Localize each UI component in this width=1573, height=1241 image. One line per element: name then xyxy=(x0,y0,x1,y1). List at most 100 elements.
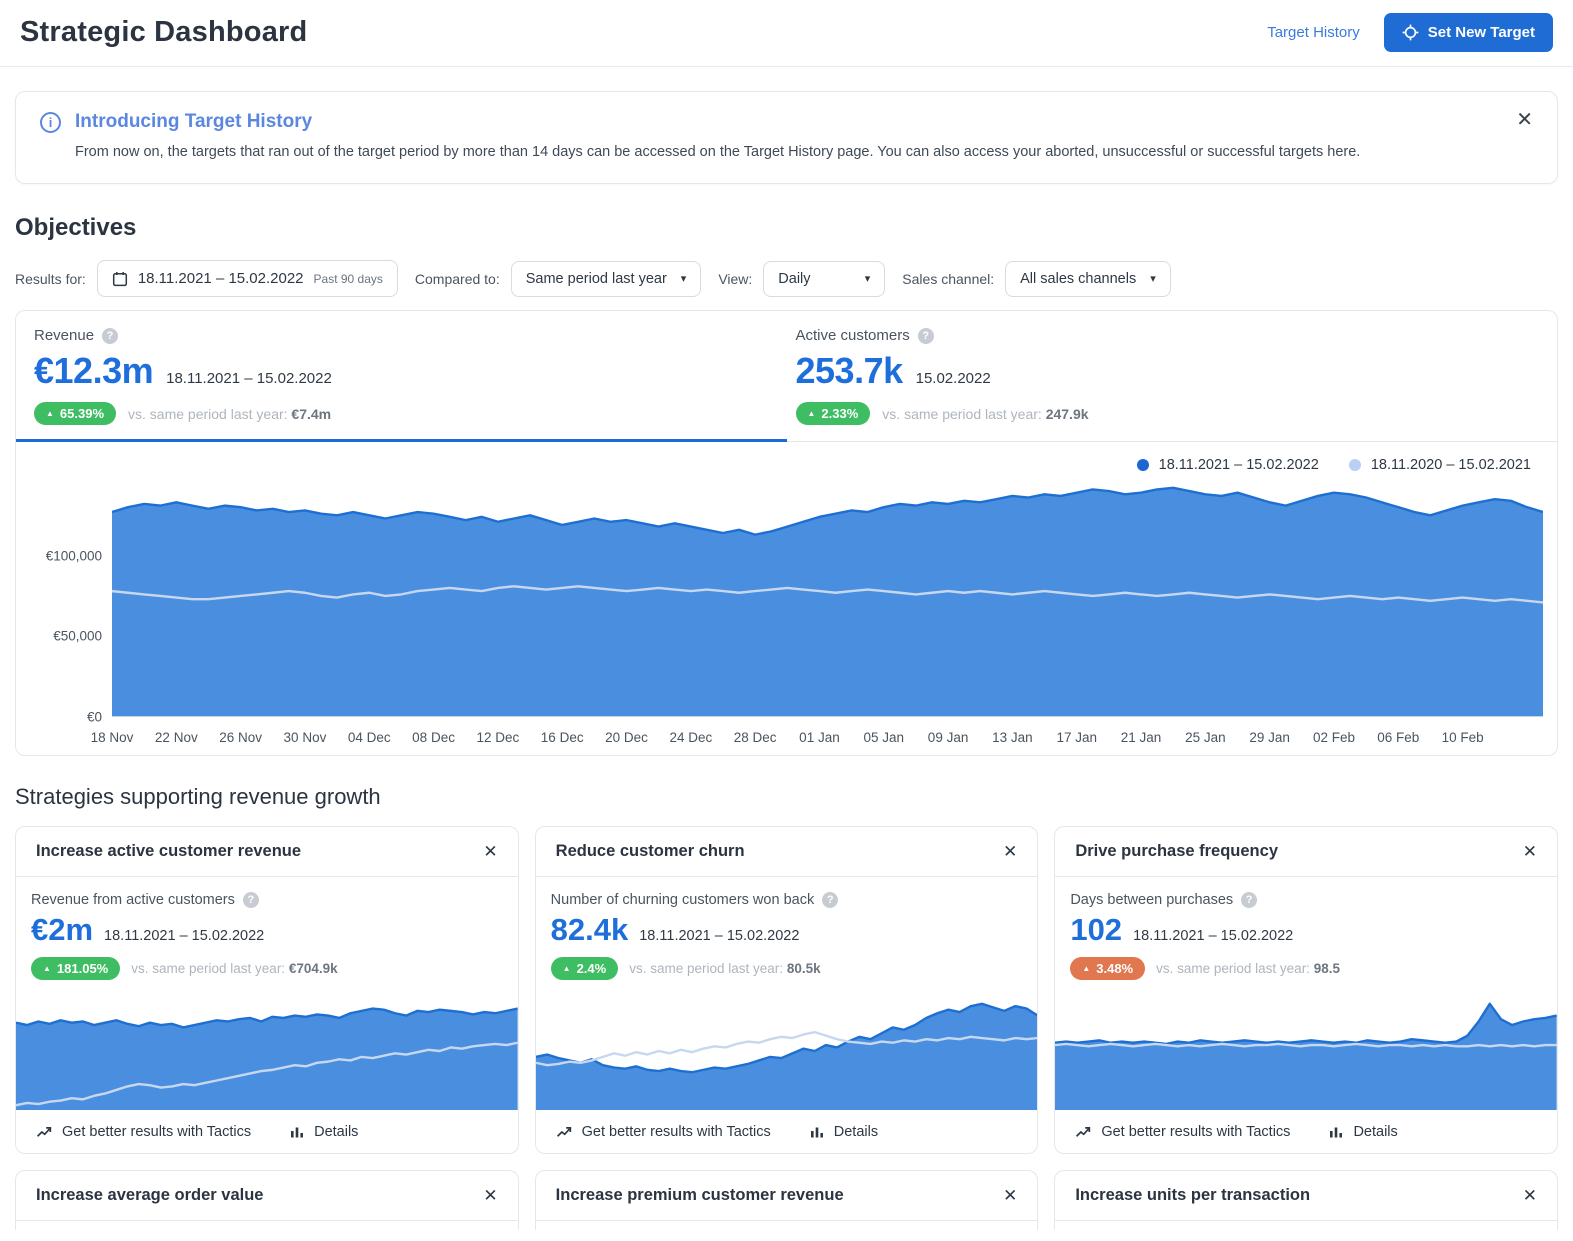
arrow-up-icon: ▲ xyxy=(808,409,816,418)
banner-body: From now on, the targets that ran out of… xyxy=(75,142,1497,163)
card-title: Increase average order value xyxy=(36,1186,263,1205)
objectives-heading: Objectives xyxy=(15,214,1558,242)
banner-title: Introducing Target History xyxy=(75,111,312,133)
mini-area-chart xyxy=(1055,992,1557,1110)
tactics-link[interactable]: Get better results with Tactics xyxy=(1075,1123,1290,1140)
objectives-card: Revenue ? €12.3m 18.11.2021 – 15.02.2022… xyxy=(15,310,1558,756)
kpi-revenue-label: Revenue xyxy=(34,327,94,344)
x-axis-tick: 20 Dec xyxy=(605,730,648,745)
date-range-picker[interactable]: 18.11.2021 – 15.02.2022 Past 90 days xyxy=(97,260,398,297)
change-badge: ▲ 2.4% xyxy=(551,957,619,980)
x-axis-tick: 28 Dec xyxy=(734,730,777,745)
results-for-label: Results for: xyxy=(15,271,86,287)
details-link[interactable]: Details xyxy=(289,1123,358,1140)
metric-period: 18.11.2021 – 15.02.2022 xyxy=(1133,928,1293,944)
bar-chart-icon xyxy=(809,1124,825,1140)
x-axis-tick: 06 Feb xyxy=(1377,730,1419,745)
metric-period: 18.11.2021 – 15.02.2022 xyxy=(104,928,264,944)
kpi-customers-label: Active customers xyxy=(796,327,910,344)
strategy-card-increase-units-per-transaction: Increase units per transaction ✕ xyxy=(1054,1170,1558,1230)
view-label: View: xyxy=(718,271,752,287)
card-title: Increase active customer revenue xyxy=(36,842,301,861)
x-axis-tick: 02 Feb xyxy=(1313,730,1355,745)
kpi-revenue-value: €12.3m xyxy=(34,350,153,392)
x-axis-tick: 30 Nov xyxy=(284,730,327,745)
x-axis-tick: 24 Dec xyxy=(669,730,712,745)
banner-close-icon[interactable]: ✕ xyxy=(1516,110,1533,130)
x-axis-tick: 05 Jan xyxy=(863,730,904,745)
kpi-customers-period: 15.02.2022 xyxy=(916,370,991,387)
y-axis-tick: €0 xyxy=(87,710,102,725)
help-icon[interactable]: ? xyxy=(102,328,118,344)
metric-label: Number of churning customers won back xyxy=(551,892,815,908)
tactics-link[interactable]: Get better results with Tactics xyxy=(36,1123,251,1140)
target-history-banner: i Introducing Target History From now on… xyxy=(15,91,1558,184)
x-axis-tick: 04 Dec xyxy=(348,730,391,745)
x-axis-tick: 22 Nov xyxy=(155,730,198,745)
metric-label: Days between purchases xyxy=(1070,892,1233,908)
comparison-text: vs. same period last year: 80.5k xyxy=(629,961,820,976)
close-icon[interactable]: ✕ xyxy=(1003,843,1017,860)
help-icon[interactable]: ? xyxy=(243,892,259,908)
sales-channel-value: All sales channels xyxy=(1020,271,1136,287)
tactics-link[interactable]: Get better results with Tactics xyxy=(556,1123,771,1140)
target-history-link[interactable]: Target History xyxy=(1267,24,1360,41)
kpi-customers-value: 253.7k xyxy=(796,350,903,392)
legend-item-current[interactable]: 18.11.2021 – 15.02.2022 xyxy=(1137,457,1319,473)
legend-dot-previous xyxy=(1349,459,1361,471)
calendar-icon xyxy=(112,271,128,287)
target-crosshair-icon xyxy=(1402,24,1419,41)
strategy-card-drive-purchase-frequency: Drive purchase frequency ✕ Days between … xyxy=(1054,826,1558,1154)
close-icon[interactable]: ✕ xyxy=(1523,843,1537,860)
change-badge: ▲ 181.05% xyxy=(31,957,120,980)
set-new-target-button[interactable]: Set New Target xyxy=(1384,13,1553,52)
x-axis-tick: 18 Nov xyxy=(91,730,134,745)
view-select[interactable]: Daily ▾ xyxy=(763,261,885,297)
kpi-customers-change-badge: ▲ 2.33% xyxy=(796,402,871,425)
filters-row: Results for: 18.11.2021 – 15.02.2022 Pas… xyxy=(15,260,1558,297)
chevron-down-icon: ▾ xyxy=(681,272,687,285)
metric-period: 18.11.2021 – 15.02.2022 xyxy=(639,928,799,944)
strategy-card-increase-active-customer-revenue: Increase active customer revenue ✕ Reven… xyxy=(15,826,519,1154)
close-icon[interactable]: ✕ xyxy=(483,843,497,860)
trend-arrow-icon xyxy=(556,1123,573,1140)
kpi-tab-active-customers[interactable]: Active customers ? 253.7k 15.02.2022 ▲ 2… xyxy=(796,327,1558,439)
legend-item-previous[interactable]: 18.11.2020 – 15.02.2021 xyxy=(1349,457,1531,473)
bar-chart-icon xyxy=(289,1124,305,1140)
close-icon[interactable]: ✕ xyxy=(1003,1187,1017,1204)
arrow-up-icon: ▲ xyxy=(563,964,571,973)
change-badge: ▲ 3.48% xyxy=(1070,957,1145,980)
sales-channel-select[interactable]: All sales channels ▾ xyxy=(1005,261,1171,297)
help-icon[interactable]: ? xyxy=(822,892,838,908)
card-title: Drive purchase frequency xyxy=(1075,842,1278,861)
close-icon[interactable]: ✕ xyxy=(483,1187,497,1204)
strategy-card-increase-average-order-value: Increase average order value ✕ xyxy=(15,1170,519,1230)
arrow-up-icon: ▲ xyxy=(1082,964,1090,973)
kpi-tab-revenue[interactable]: Revenue ? €12.3m 18.11.2021 – 15.02.2022… xyxy=(34,327,796,439)
chevron-down-icon: ▾ xyxy=(865,272,871,285)
card-title: Reduce customer churn xyxy=(556,842,745,861)
kpi-tab-indicator xyxy=(16,439,1557,442)
x-axis-tick: 13 Jan xyxy=(992,730,1033,745)
metric-value: 82.4k xyxy=(551,912,629,948)
top-bar: Strategic Dashboard Target History Set N… xyxy=(0,0,1573,67)
x-axis-tick: 26 Nov xyxy=(219,730,262,745)
help-icon[interactable]: ? xyxy=(1241,892,1257,908)
x-axis-tick: 10 Feb xyxy=(1442,730,1484,745)
details-link[interactable]: Details xyxy=(809,1123,878,1140)
set-new-target-label: Set New Target xyxy=(1428,24,1535,41)
close-icon[interactable]: ✕ xyxy=(1523,1187,1537,1204)
view-value: Daily xyxy=(778,271,810,287)
details-link[interactable]: Details xyxy=(1328,1123,1397,1140)
chart-legend: 18.11.2021 – 15.02.2022 18.11.2020 – 15.… xyxy=(16,442,1557,477)
compared-to-select[interactable]: Same period last year ▾ xyxy=(511,261,702,297)
chevron-down-icon: ▾ xyxy=(1150,272,1156,285)
y-axis-tick: €50,000 xyxy=(53,629,102,644)
strategies-heading: Strategies supporting revenue growth xyxy=(15,784,1558,810)
page-title: Strategic Dashboard xyxy=(20,16,307,49)
x-axis-tick: 08 Dec xyxy=(412,730,455,745)
strategy-cards-row: Increase active customer revenue ✕ Reven… xyxy=(15,826,1558,1154)
help-icon[interactable]: ? xyxy=(918,328,934,344)
x-axis-tick: 12 Dec xyxy=(476,730,519,745)
x-axis-tick: 21 Jan xyxy=(1121,730,1162,745)
